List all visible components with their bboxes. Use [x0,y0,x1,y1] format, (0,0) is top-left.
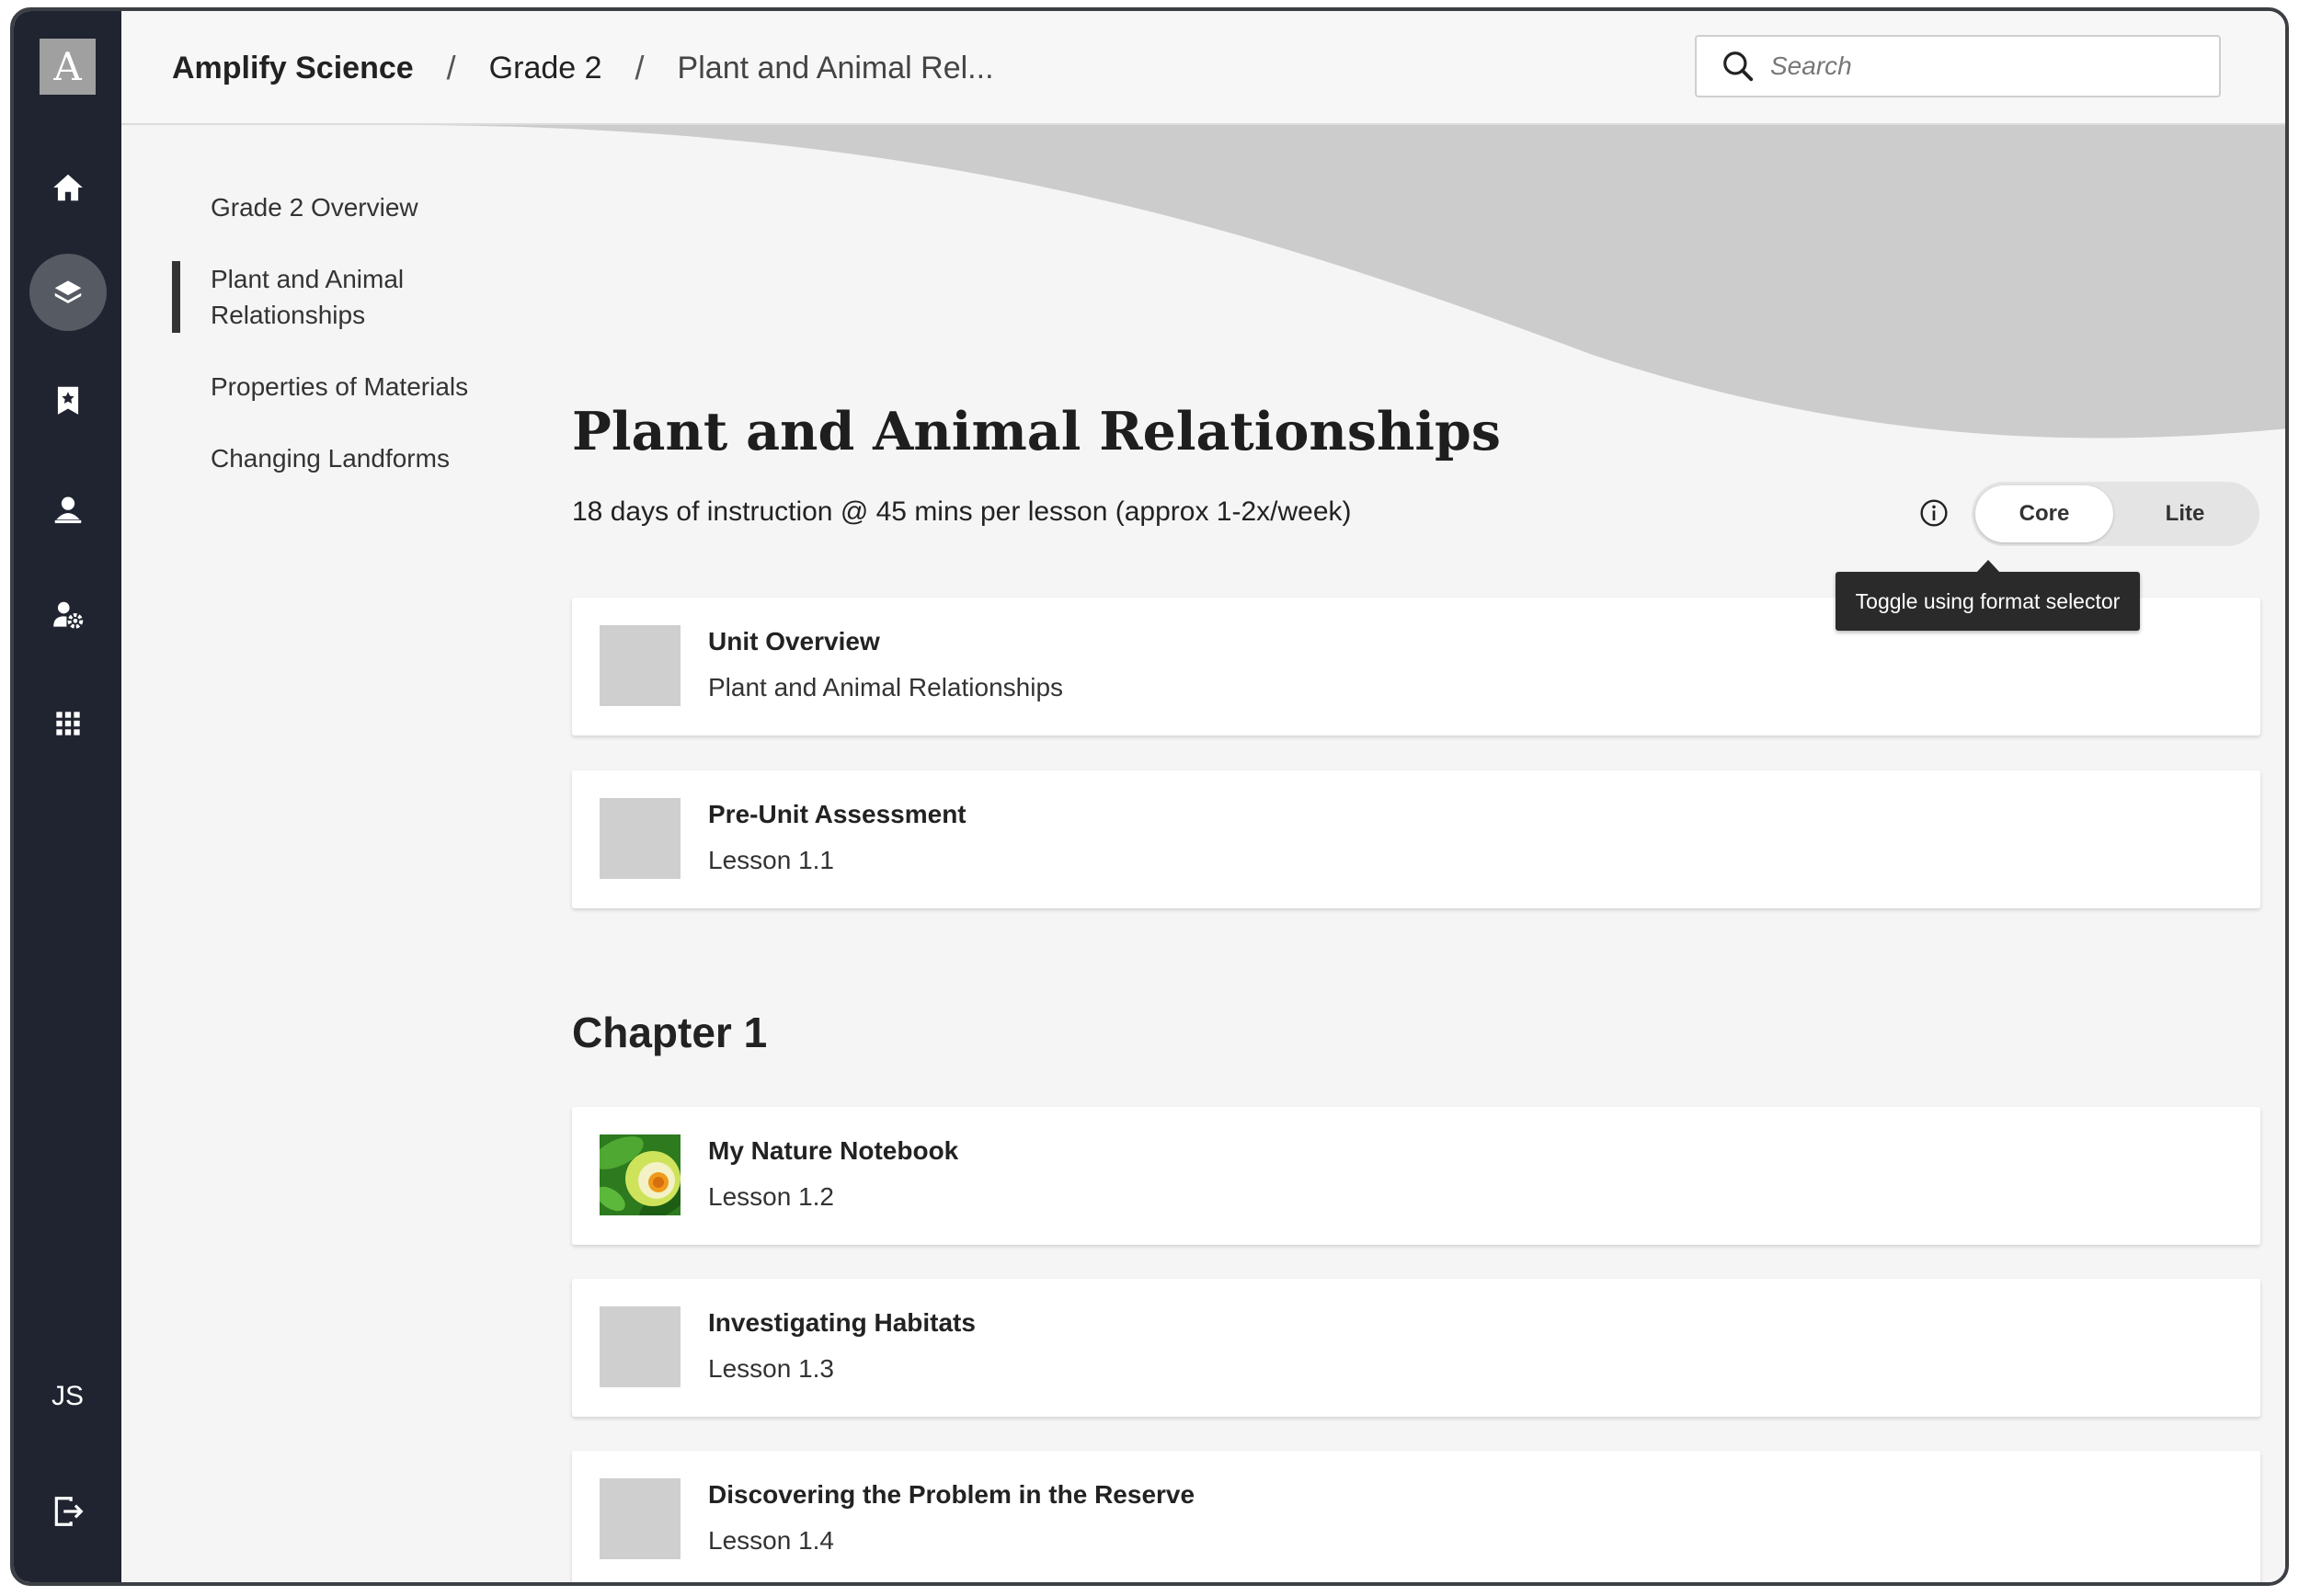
lesson-card-pre-unit-assessment[interactable]: Pre-Unit Assessment Lesson 1.1 [572,770,2260,908]
lesson-card-discovering-problem[interactable]: Discovering the Problem in the Reserve L… [572,1451,2260,1582]
lesson-thumbnail [600,1306,681,1387]
home-icon[interactable] [29,149,107,226]
lesson-subtitle: Lesson 1.2 [708,1182,834,1211]
top-bar: Amplify Science / Grade 2 / Plant and An… [121,11,2285,125]
unit-nav-item-grade-overview[interactable]: Grade 2 Overview [172,189,503,225]
search-icon [1723,51,1754,82]
chapter-heading: Chapter 1 [572,1009,768,1056]
info-icon[interactable] [1919,498,1949,528]
unit-subtitle: 18 days of instruction @ 45 mins per les… [572,496,1352,527]
lesson-thumbnail [600,1478,681,1559]
breadcrumb-separator: / [446,49,456,86]
breadcrumb-item-program[interactable]: Amplify Science [172,51,414,86]
lesson-subtitle: Lesson 1.4 [708,1526,834,1555]
bookmark-icon[interactable] [29,361,107,439]
teacher-icon[interactable] [29,471,107,548]
breadcrumb-item-grade[interactable]: Grade 2 [489,51,602,86]
unit-nav-item-plant-animal[interactable]: Plant and Animal Relationships [172,261,448,333]
lesson-title: My Nature Notebook [708,1136,959,1165]
lesson-card-investigating-habitats[interactable]: Investigating Habitats Lesson 1.3 [572,1279,2260,1417]
lesson-subtitle: Plant and Animal Relationships [708,673,1064,701]
format-option-lite[interactable]: Lite [2116,485,2254,542]
lesson-title: Investigating Habitats [708,1308,976,1337]
layers-icon[interactable] [29,254,107,331]
lesson-title: Discovering the Problem in the Reserve [708,1480,1195,1509]
lesson-title: Pre-Unit Assessment [708,800,966,828]
lesson-thumbnail [600,798,681,879]
breadcrumb: Amplify Science / Grade 2 / Plant and An… [172,11,994,125]
breadcrumb-item-unit: Plant and Animal Rel... [677,50,994,86]
search-box[interactable] [1695,35,2221,97]
unit-nav: Grade 2 Overview Plant and Animal Relati… [172,189,503,512]
format-option-core[interactable]: Core [1975,485,2113,542]
nature-notebook-thumbnail [600,1134,681,1215]
format-tooltip: Toggle using format selector [1836,560,2140,631]
lesson-subtitle: Lesson 1.1 [708,846,834,874]
app-window: A JS Amplify Science / Grade 2 / Plant a… [10,7,2289,1586]
breadcrumb-separator: / [635,49,645,86]
lesson-thumbnail [600,625,681,706]
logout-icon[interactable] [29,1473,107,1550]
format-toggle[interactable]: Core Lite [1972,482,2259,546]
side-rail: A JS [14,11,121,1582]
unit-nav-item-properties[interactable]: Properties of Materials [172,369,503,405]
main-content: Grade 2 Overview Plant and Animal Relati… [121,125,2285,1582]
apps-grid-icon[interactable] [29,685,107,762]
user-settings-icon[interactable] [29,576,107,654]
unit-title: Plant and Animal Relationships [572,401,1501,462]
lesson-title: Unit Overview [708,627,880,656]
lesson-subtitle: Lesson 1.3 [708,1354,834,1383]
user-initials[interactable]: JS [14,1381,121,1412]
unit-nav-item-landforms[interactable]: Changing Landforms [172,440,503,476]
search-input[interactable] [1768,51,2173,82]
amplify-logo[interactable]: A [40,39,96,95]
lesson-card-my-nature-notebook[interactable]: My Nature Notebook Lesson 1.2 [572,1107,2260,1245]
